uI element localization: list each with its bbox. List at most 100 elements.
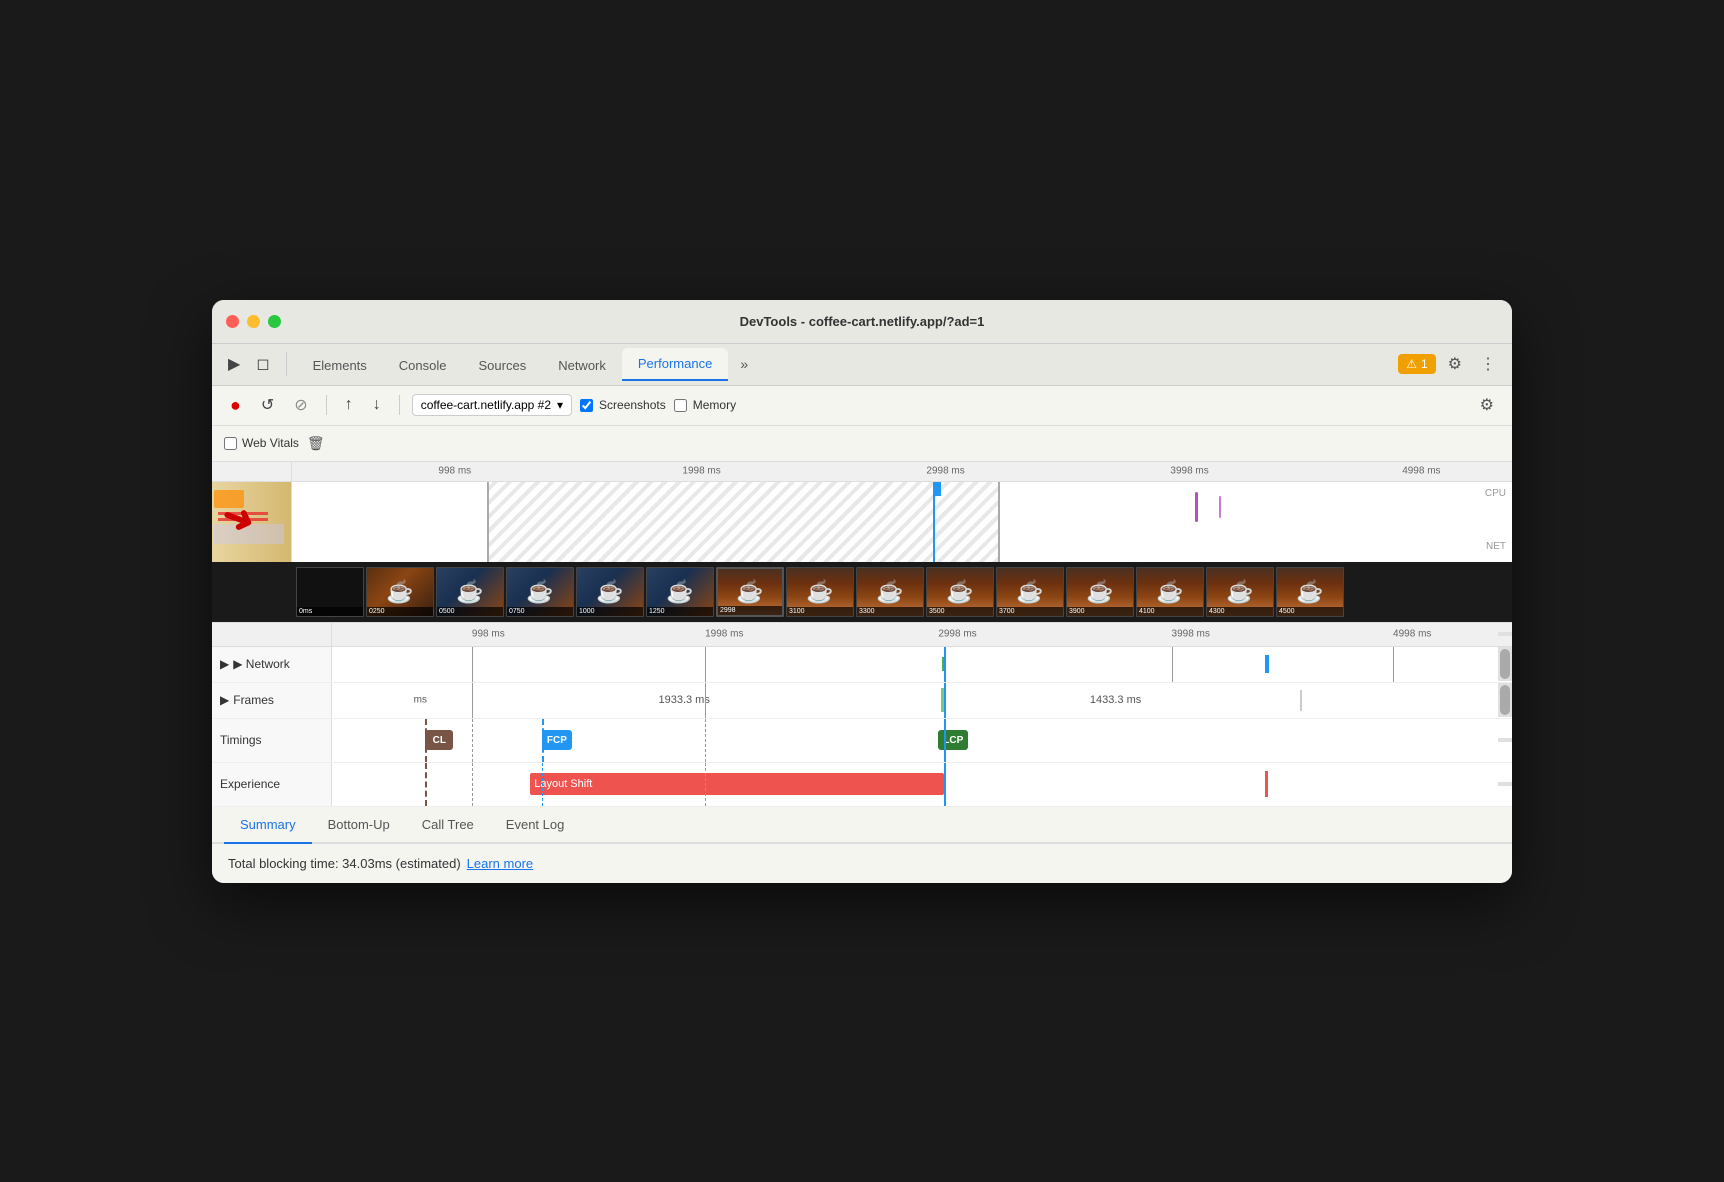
- url-selector[interactable]: coffee-cart.netlify.app #2 ▾: [412, 394, 572, 416]
- reload-record-button[interactable]: ↺: [255, 392, 280, 418]
- tab-network[interactable]: Network: [542, 350, 622, 381]
- film-label-0: 0ms: [297, 607, 363, 616]
- web-vitals-label: Web Vitals: [224, 436, 299, 450]
- toolbar-separator-1: [286, 352, 287, 376]
- tab-summary[interactable]: Summary: [224, 807, 312, 844]
- timing-cl-chip[interactable]: CL: [425, 730, 453, 750]
- film-frame-13[interactable]: 4300: [1206, 567, 1274, 617]
- web-vitals-checkbox[interactable]: [224, 437, 237, 450]
- track-network: ▶ ▶ Network: [212, 647, 1512, 683]
- tab-console[interactable]: Console: [383, 350, 463, 381]
- film-frame-0[interactable]: 0ms: [296, 567, 364, 617]
- screenshots-checkbox[interactable]: [580, 399, 593, 412]
- tab-event-log[interactable]: Event Log: [490, 807, 581, 844]
- url-text: coffee-cart.netlify.app #2: [421, 398, 551, 412]
- film-frame-4[interactable]: 1000: [576, 567, 644, 617]
- ruler-mark-3: 2998 ms: [926, 466, 964, 477]
- inspect-button[interactable]: ◻: [250, 350, 275, 378]
- tab-elements[interactable]: Elements: [297, 350, 383, 381]
- scrollbar-thumb-1[interactable]: [1500, 649, 1510, 679]
- ruler-marks-area: 998 ms 1998 ms 2998 ms 3998 ms 4998 ms: [292, 462, 1512, 481]
- capture-settings-button[interactable]: ⚙: [1474, 392, 1500, 418]
- timings-scrollbar[interactable]: [1498, 738, 1512, 742]
- web-vitals-bar: Web Vitals 🗑: [212, 426, 1512, 462]
- film-label-3: 0750: [507, 607, 573, 616]
- maximize-button[interactable]: [268, 315, 281, 328]
- experience-label-text: Experience: [220, 777, 280, 791]
- tracks-mark-3: 2998 ms: [938, 629, 976, 640]
- blocked-area: [487, 482, 999, 562]
- film-frame-8[interactable]: 3300: [856, 567, 924, 617]
- overview-content[interactable]: CPU NET: [292, 482, 1512, 562]
- load-profile-button[interactable]: ↑: [339, 393, 359, 417]
- warning-icon: ⚠: [1406, 357, 1417, 371]
- network-track-label[interactable]: ▶ ▶ Network: [212, 647, 332, 682]
- ruler-mark-2: 1998 ms: [682, 466, 720, 477]
- exp-fcp-dline: [542, 763, 543, 806]
- record-button[interactable]: ●: [224, 392, 247, 419]
- film-frame-12[interactable]: 4100: [1136, 567, 1204, 617]
- tracks-scrollbar[interactable]: [1498, 632, 1512, 636]
- film-frame-1[interactable]: 0250: [366, 567, 434, 617]
- film-label-7: 3100: [787, 607, 853, 616]
- menu-button[interactable]: ⋮: [1474, 350, 1502, 378]
- frames-track-content[interactable]: ms 1933.3 ms 1433.3 ms: [332, 683, 1498, 718]
- tab-call-tree[interactable]: Call Tree: [406, 807, 490, 844]
- issues-badge-button[interactable]: ⚠ 1: [1398, 354, 1435, 374]
- close-button[interactable]: [226, 315, 239, 328]
- vline-4998: [1393, 647, 1394, 682]
- layout-shift-bar[interactable]: Layout Shift: [530, 773, 944, 795]
- frames-time-2: 1433.3 ms: [1090, 694, 1141, 706]
- screenshots-checkbox-label: Screenshots: [580, 398, 666, 412]
- film-frame-5[interactable]: 1250: [646, 567, 714, 617]
- perf-sep-2: [399, 395, 400, 415]
- clear-recordings-button[interactable]: 🗑: [307, 435, 325, 452]
- timings-track-content[interactable]: CL FCP LCP: [332, 719, 1498, 762]
- save-profile-button[interactable]: ↓: [367, 393, 387, 417]
- tab-sources[interactable]: Sources: [463, 350, 543, 381]
- overview-waveform[interactable]: ➜ CPU NET: [212, 482, 1512, 562]
- frames-expand-icon[interactable]: ▶: [220, 693, 229, 707]
- ruler-left-spacer: [212, 462, 292, 481]
- scrollbar-thumb-2[interactable]: [1500, 685, 1510, 715]
- film-frame-14[interactable]: 4500: [1276, 567, 1344, 617]
- film-frame-7[interactable]: 3100: [786, 567, 854, 617]
- film-frame-10[interactable]: 3700: [996, 567, 1064, 617]
- url-dropdown-icon: ▾: [557, 398, 563, 412]
- film-label-14: 4500: [1277, 607, 1343, 616]
- network-scrollbar[interactable]: [1498, 647, 1512, 681]
- film-frame-2[interactable]: 0500: [436, 567, 504, 617]
- learn-more-button[interactable]: Learn more: [467, 856, 533, 871]
- frames-grey-bar: [1300, 690, 1302, 711]
- cursor-tool-button[interactable]: ▶: [222, 350, 246, 378]
- exp-dline-2: [705, 763, 706, 806]
- film-label-13: 4300: [1207, 607, 1273, 616]
- settings-button[interactable]: ⚙: [1442, 350, 1468, 378]
- exp-dline-1: [472, 763, 473, 806]
- network-track-content[interactable]: [332, 647, 1498, 682]
- cpu-spike-2: [1219, 496, 1221, 518]
- frames-track-label[interactable]: ▶ Frames: [212, 683, 332, 718]
- status-text: Total blocking time: 34.03ms (estimated): [228, 856, 461, 871]
- minimize-button[interactable]: [247, 315, 260, 328]
- film-frame-6[interactable]: 2998: [716, 567, 784, 617]
- memory-checkbox[interactable]: [674, 399, 687, 412]
- film-frame-9[interactable]: 3500: [926, 567, 994, 617]
- frames-scrollbar[interactable]: [1498, 683, 1512, 717]
- film-frame-11[interactable]: 3900: [1066, 567, 1134, 617]
- clear-button[interactable]: ⊘: [288, 392, 313, 418]
- tab-performance[interactable]: Performance: [622, 348, 728, 381]
- track-frames: ▶ Frames ms 1933.3 ms 1433.3 ms: [212, 683, 1512, 719]
- experience-track-label: Experience: [212, 763, 332, 806]
- web-vitals-text: Web Vitals: [242, 436, 299, 450]
- network-expand-icon[interactable]: ▶: [220, 657, 229, 671]
- tab-actions: ⚠ 1 ⚙ ⋮: [1398, 350, 1502, 378]
- timing-lcp-chip[interactable]: LCP: [938, 730, 968, 750]
- film-frame-3[interactable]: 0750: [506, 567, 574, 617]
- more-tabs-button[interactable]: »: [732, 350, 756, 378]
- exp-scrollbar[interactable]: [1498, 782, 1512, 786]
- experience-track-content[interactable]: Layout Shift: [332, 763, 1498, 806]
- timing-fcp-chip[interactable]: FCP: [542, 730, 572, 750]
- ruler-mark-1: 998 ms: [438, 466, 471, 477]
- tab-bottom-up[interactable]: Bottom-Up: [312, 807, 406, 844]
